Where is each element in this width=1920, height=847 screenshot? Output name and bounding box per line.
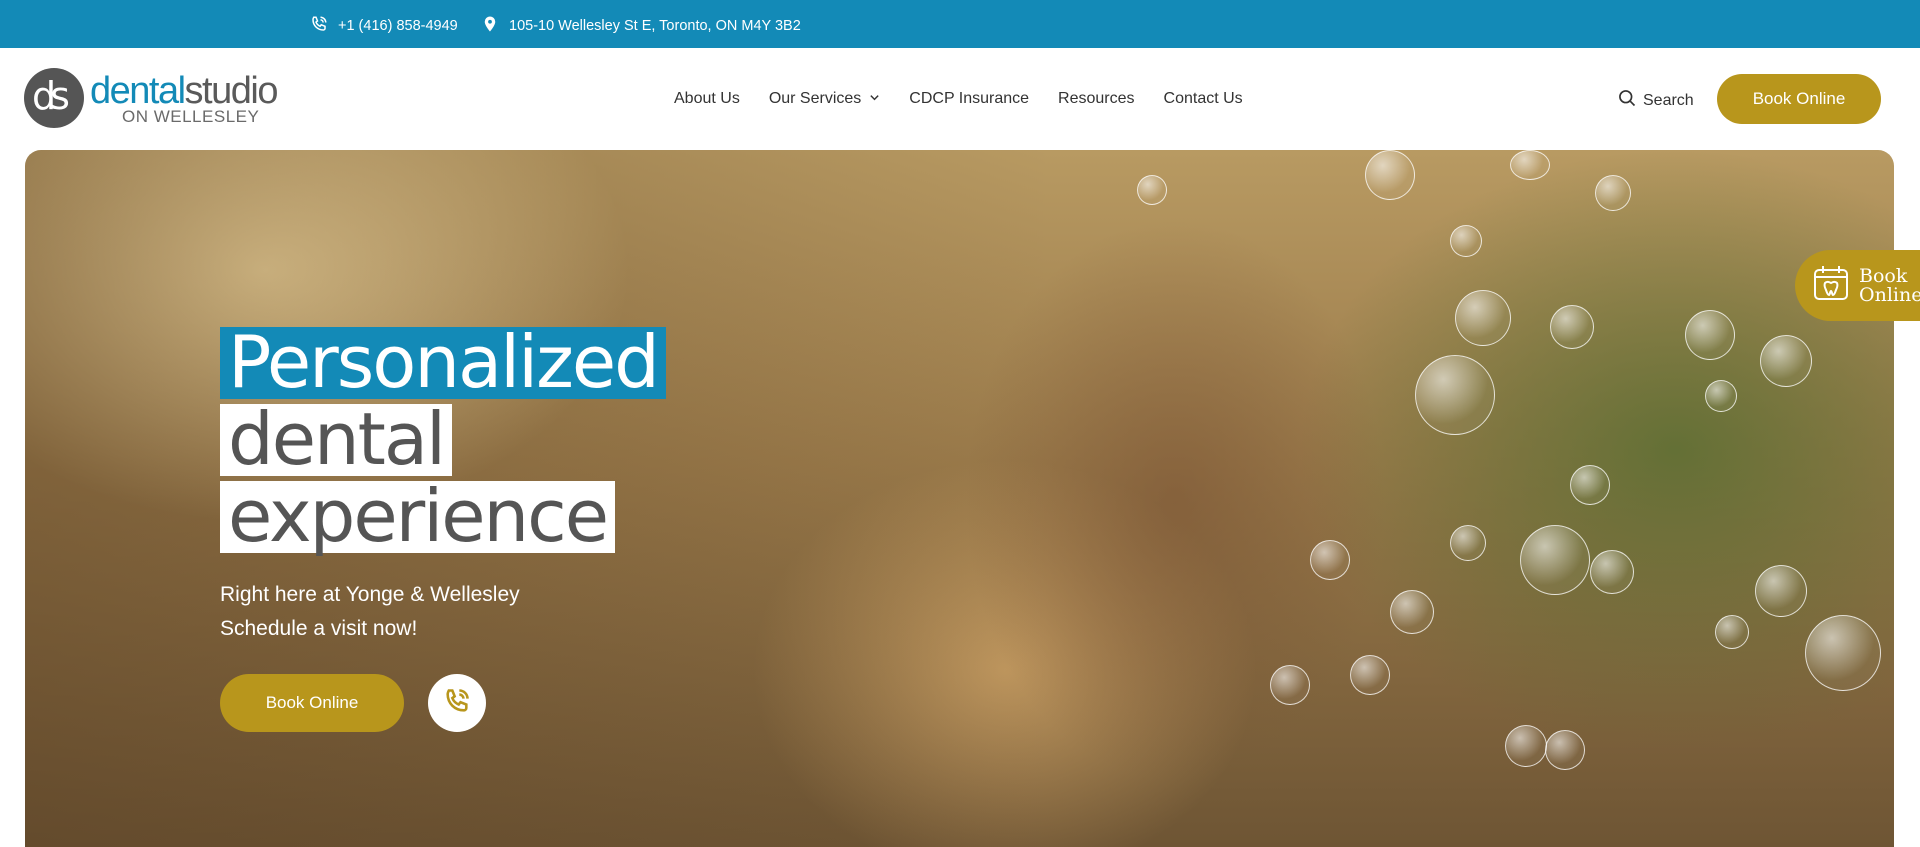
- bubble-decoration: [1755, 565, 1807, 617]
- bubble-decoration: [1590, 550, 1634, 594]
- floating-tab-label: Book Online: [1859, 264, 1920, 306]
- main-nav: About Us Our Services CDCP Insurance Res…: [674, 90, 1243, 108]
- logo-word-studio: studio: [184, 69, 279, 112]
- nav-about-us[interactable]: About Us: [674, 90, 740, 108]
- search-button[interactable]: Search: [1617, 88, 1694, 113]
- logo-subtitle: ON WELLESLEY: [122, 106, 260, 126]
- nav-our-services[interactable]: Our Services: [769, 90, 880, 108]
- hero-headline: Personalized dental experience: [220, 326, 666, 558]
- bubble-decoration: [1455, 290, 1511, 346]
- bubble-decoration: [1450, 525, 1486, 561]
- phone-icon: [310, 15, 328, 37]
- search-icon: [1617, 88, 1637, 113]
- bubble-decoration: [1520, 525, 1590, 595]
- search-label: Search: [1643, 91, 1694, 109]
- bubble-decoration: [1510, 150, 1550, 180]
- phone-icon: [443, 687, 471, 720]
- hero-subtitle-line-1: Right here at Yonge & Wellesley: [220, 583, 520, 606]
- topbar-phone[interactable]: +1 (416) 858-4949: [310, 15, 458, 37]
- bubble-decoration: [1505, 725, 1547, 767]
- hero-subtitle-line-2: Schedule a visit now!: [220, 617, 418, 640]
- header-book-online-button[interactable]: Book Online: [1717, 74, 1881, 124]
- bubble-decoration: [1545, 730, 1585, 770]
- calendar-tooth-icon: [1811, 263, 1851, 308]
- bubble-decoration: [1450, 225, 1482, 257]
- topbar-address-text: 105-10 Wellesley St E, Toronto, ON M4Y 3…: [509, 18, 801, 34]
- logo-text: dentalstudio ON WELLESLEY: [90, 69, 279, 126]
- hero-banner: Personalized dental experience Right her…: [25, 150, 1894, 847]
- headline-word-2: dental: [220, 403, 452, 476]
- logo-word-dental: dental: [90, 69, 186, 112]
- top-info-bar: +1 (416) 858-4949 105-10 Wellesley St E,…: [0, 0, 1920, 48]
- nav-contact-us[interactable]: Contact Us: [1164, 90, 1243, 108]
- bubble-decoration: [1705, 380, 1737, 412]
- bubble-decoration: [1350, 655, 1390, 695]
- topbar-address[interactable]: 105-10 Wellesley St E, Toronto, ON M4Y 3…: [481, 15, 801, 37]
- hero-subtitle: Right here at Yonge & Wellesley Schedule…: [220, 578, 520, 646]
- bubble-decoration: [1685, 310, 1735, 360]
- headline-word-1: Personalized: [220, 326, 666, 399]
- logo[interactable]: ds dentalstudio ON WELLESLEY: [24, 68, 279, 128]
- bubble-decoration: [1390, 590, 1434, 634]
- bubble-decoration: [1570, 465, 1610, 505]
- chevron-down-icon: [869, 90, 880, 108]
- bubble-decoration: [1137, 175, 1167, 205]
- hero-call-button[interactable]: [428, 674, 486, 732]
- nav-cdcp-insurance[interactable]: CDCP Insurance: [909, 90, 1029, 108]
- bubble-decoration: [1550, 305, 1594, 349]
- logo-mark: ds: [24, 68, 84, 128]
- floating-book-online-tab[interactable]: Book Online: [1795, 250, 1920, 321]
- headline-word-3: experience: [220, 480, 616, 553]
- bubble-decoration: [1760, 335, 1812, 387]
- hero-book-online-button[interactable]: Book Online: [220, 674, 404, 732]
- bubble-decoration: [1415, 355, 1495, 435]
- bubble-decoration: [1595, 175, 1631, 211]
- bubble-decoration: [1270, 665, 1310, 705]
- bubble-decoration: [1365, 150, 1415, 200]
- site-header: ds dentalstudio ON WELLESLEY About Us Ou…: [0, 48, 1920, 150]
- bubble-decoration: [1310, 540, 1350, 580]
- bubble-decoration: [1715, 615, 1749, 649]
- bubble-decoration: [1805, 615, 1881, 691]
- topbar-phone-text: +1 (416) 858-4949: [338, 18, 458, 34]
- map-pin-icon: [481, 15, 499, 37]
- nav-resources[interactable]: Resources: [1058, 90, 1134, 108]
